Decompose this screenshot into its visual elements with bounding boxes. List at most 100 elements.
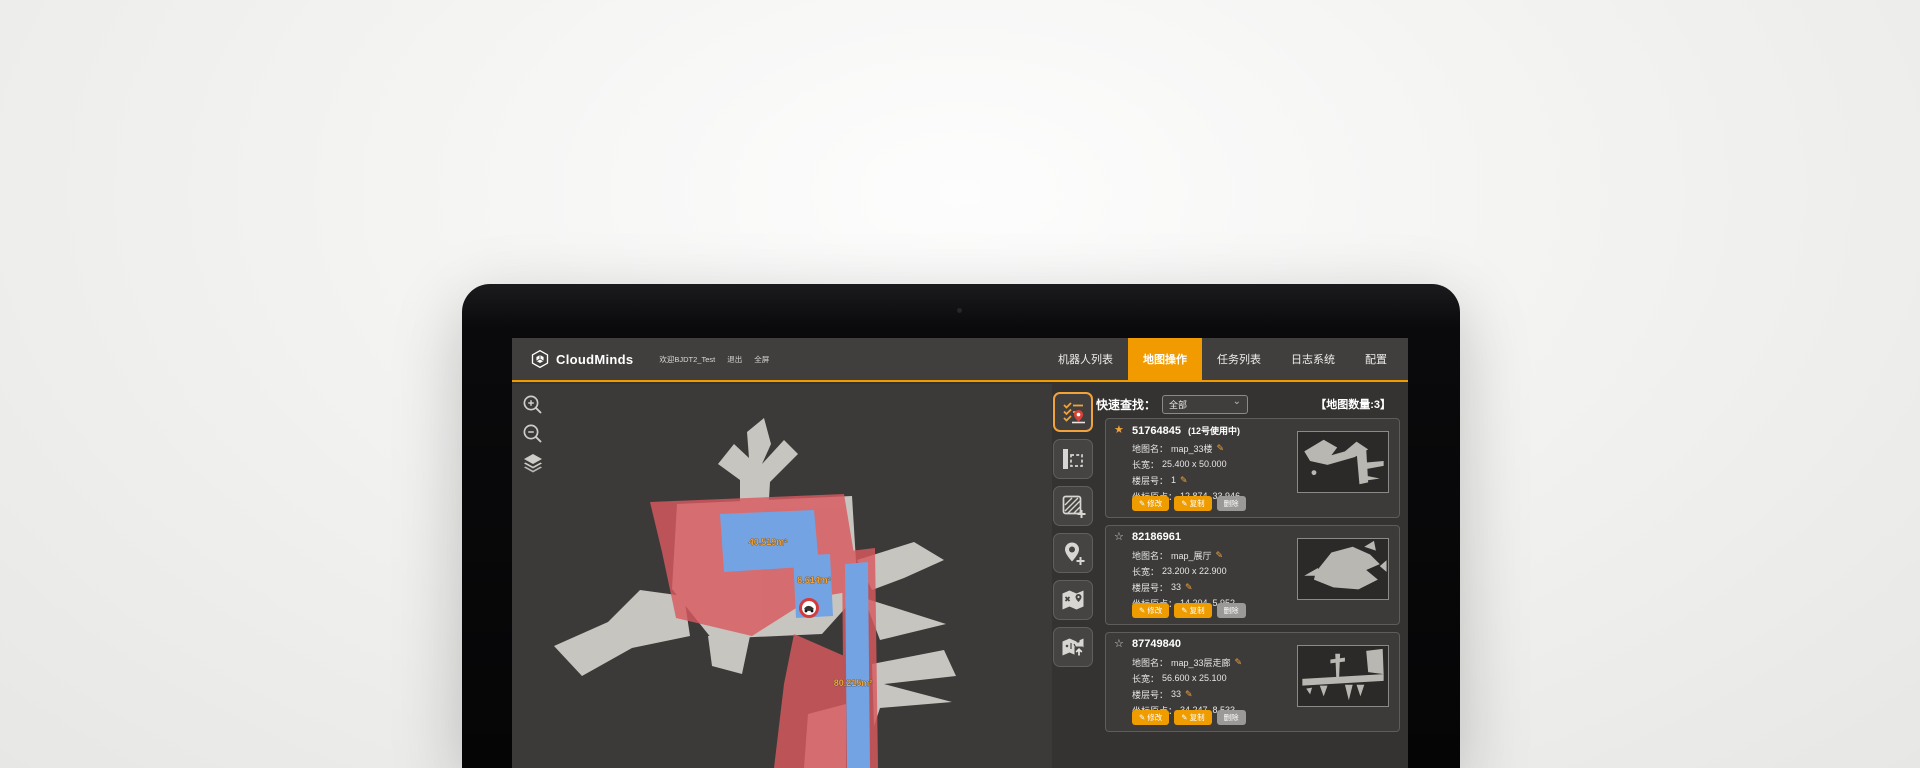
- fullscreen-link[interactable]: 全屏: [754, 354, 769, 365]
- laptop-frame: CloudMinds 欢迎BJDT2_Test 退出 全屏 机器人列表 地图操作…: [462, 284, 1460, 768]
- map-name-value: map_33楼: [1171, 442, 1213, 455]
- map-card[interactable]: ☆ 87749840 地图名：map_33层走廊✎ 长宽：56.600 x 25…: [1105, 632, 1400, 732]
- map-card-fields: 地图名：map_33层走廊✎ 长宽：56.600 x 25.100 楼层号：33…: [1132, 654, 1242, 718]
- edit-pencil-icon: ✎: [1181, 606, 1187, 615]
- map-floor-value: 1: [1171, 475, 1176, 485]
- edit-pencil-icon: ✎: [1139, 606, 1145, 615]
- zone-area-label: 8.614m²: [797, 575, 831, 585]
- nav-task-list[interactable]: 任务列表: [1202, 338, 1276, 380]
- field-label: 长宽：: [1132, 458, 1159, 471]
- edit-pencil-icon: ✎: [1181, 499, 1187, 508]
- map-card-buttons: ✎修改 ✎复制 删除: [1132, 603, 1246, 618]
- map-annotate-icon: [1060, 587, 1086, 613]
- quick-find-selected: 全部: [1169, 398, 1233, 411]
- favorite-star-icon[interactable]: ☆: [1114, 637, 1124, 650]
- map-floor-value: 33: [1171, 582, 1181, 592]
- zone-area-label: 40.519m²: [749, 537, 788, 547]
- quick-find-select[interactable]: 全部 ⌄: [1162, 395, 1248, 414]
- field-label: 地图名：: [1132, 656, 1168, 669]
- map-card-fields: 地图名：map_33楼✎ 长宽：25.400 x 50.000 楼层号：1✎ 坐…: [1132, 440, 1240, 504]
- map-card-buttons: ✎修改 ✎复制 删除: [1132, 710, 1246, 725]
- tool-measure-area[interactable]: [1053, 439, 1093, 479]
- edit-pencil-icon[interactable]: ✎: [1216, 550, 1224, 561]
- nav-map-operation[interactable]: 地图操作: [1128, 338, 1202, 380]
- map-thumbnail[interactable]: [1297, 538, 1389, 600]
- zoom-in-button[interactable]: [521, 393, 545, 417]
- tool-map-annotate[interactable]: [1053, 580, 1093, 620]
- map-id: 51764845: [1132, 425, 1181, 437]
- webcam-dot: [957, 308, 962, 313]
- logout-link[interactable]: 退出: [727, 354, 742, 365]
- zone-area-label: 80.215m²: [834, 678, 873, 688]
- map-card-list: ★ 51764845 (12号使用中) 地图名：map_33楼✎ 长宽：25.4…: [1105, 418, 1402, 732]
- field-label: 长宽：: [1132, 565, 1159, 578]
- map-list-panel: 快速查找： 全部 ⌄ 【地图数量:3】 ★ 51764845 (12号使用中) …: [1096, 394, 1402, 739]
- cloudminds-logo-icon: [530, 349, 550, 369]
- copy-map-button[interactable]: ✎复制: [1174, 496, 1211, 511]
- field-label: 楼层号：: [1132, 688, 1168, 701]
- map-id: 87749840: [1132, 638, 1181, 650]
- map-card-title: 82186961: [1132, 531, 1185, 543]
- map-card-fields: 地图名：map_展厅✎ 长宽：23.200 x 22.900 楼层号：33✎ 坐…: [1132, 547, 1235, 611]
- map-controls: [521, 393, 545, 475]
- favorite-star-icon[interactable]: ★: [1114, 423, 1124, 436]
- map-name-value: map_33层走廊: [1171, 656, 1231, 669]
- delete-map-button[interactable]: 删除: [1217, 710, 1246, 725]
- edit-pencil-icon[interactable]: ✎: [1217, 443, 1225, 454]
- add-poi-icon: [1060, 540, 1086, 566]
- map-thumbnail[interactable]: [1297, 431, 1389, 493]
- copy-map-button[interactable]: ✎复制: [1174, 710, 1211, 725]
- map-size-value: 23.200 x 22.900: [1162, 566, 1227, 576]
- map-id: 82186961: [1132, 531, 1181, 543]
- nav-robot-list[interactable]: 机器人列表: [1043, 338, 1128, 380]
- map-tool-column: [1053, 392, 1097, 667]
- map-card[interactable]: ★ 51764845 (12号使用中) 地图名：map_33楼✎ 长宽：25.4…: [1105, 418, 1400, 518]
- edit-pencil-icon: ✎: [1181, 713, 1187, 722]
- tool-add-region[interactable]: [1053, 486, 1093, 526]
- edit-pencil-icon[interactable]: ✎: [1185, 689, 1193, 700]
- nav-log-system[interactable]: 日志系统: [1276, 338, 1350, 380]
- edit-pencil-icon[interactable]: ✎: [1180, 475, 1188, 486]
- delete-map-button[interactable]: 删除: [1217, 496, 1246, 511]
- edit-map-button[interactable]: ✎修改: [1132, 603, 1169, 618]
- tool-map-upload[interactable]: [1053, 627, 1093, 667]
- edit-map-button[interactable]: ✎修改: [1132, 496, 1169, 511]
- field-label: 长宽：: [1132, 672, 1159, 685]
- map-floor-value: 33: [1171, 689, 1181, 699]
- occupancy-map[interactable]: 40.519m² 8.614m² 80.215m²: [512, 384, 1052, 768]
- field-label: 楼层号：: [1132, 474, 1168, 487]
- quick-find-label: 快速查找：: [1096, 396, 1156, 413]
- edit-pencil-icon[interactable]: ✎: [1235, 657, 1243, 668]
- measure-area-icon: [1060, 446, 1086, 472]
- map-card-title: 51764845 (12号使用中): [1132, 424, 1240, 437]
- quick-find-row: 快速查找： 全部 ⌄ 【地图数量:3】: [1096, 394, 1402, 414]
- map-card-title: 87749840: [1132, 638, 1185, 650]
- edit-map-button[interactable]: ✎修改: [1132, 710, 1169, 725]
- add-region-icon: [1060, 493, 1086, 519]
- tool-poi-task-list[interactable]: [1053, 392, 1093, 432]
- no-entry-badge[interactable]: [801, 600, 818, 617]
- delete-map-button[interactable]: 删除: [1217, 603, 1246, 618]
- map-card[interactable]: ☆ 82186961 地图名：map_展厅✎ 长宽：23.200 x 22.90…: [1105, 525, 1400, 625]
- edit-pencil-icon: ✎: [1139, 713, 1145, 722]
- map-card-buttons: ✎修改 ✎复制 删除: [1132, 496, 1246, 511]
- edit-pencil-icon: ✎: [1139, 499, 1145, 508]
- tool-add-poi[interactable]: [1053, 533, 1093, 573]
- map-canvas[interactable]: 40.519m² 8.614m² 80.215m²: [512, 384, 1052, 768]
- edit-pencil-icon[interactable]: ✎: [1185, 582, 1193, 593]
- favorite-star-icon[interactable]: ☆: [1114, 530, 1124, 543]
- map-upload-icon: [1060, 634, 1086, 660]
- map-thumbnail[interactable]: [1297, 645, 1389, 707]
- field-label: 楼层号：: [1132, 581, 1168, 594]
- field-label: 地图名：: [1132, 442, 1168, 455]
- zoom-out-button[interactable]: [521, 422, 545, 446]
- map-in-use-suffix: (12号使用中): [1188, 426, 1240, 436]
- copy-map-button[interactable]: ✎复制: [1174, 603, 1211, 618]
- welcome-text: 欢迎BJDT2_Test: [659, 354, 715, 365]
- map-count-badge: 【地图数量:3】: [1315, 396, 1391, 412]
- brand: CloudMinds: [512, 338, 633, 380]
- nav-config[interactable]: 配置: [1350, 338, 1402, 380]
- session-links: 欢迎BJDT2_Test 退出 全屏: [659, 338, 769, 380]
- nav-spacer: [769, 338, 1043, 380]
- layers-button[interactable]: [521, 451, 545, 475]
